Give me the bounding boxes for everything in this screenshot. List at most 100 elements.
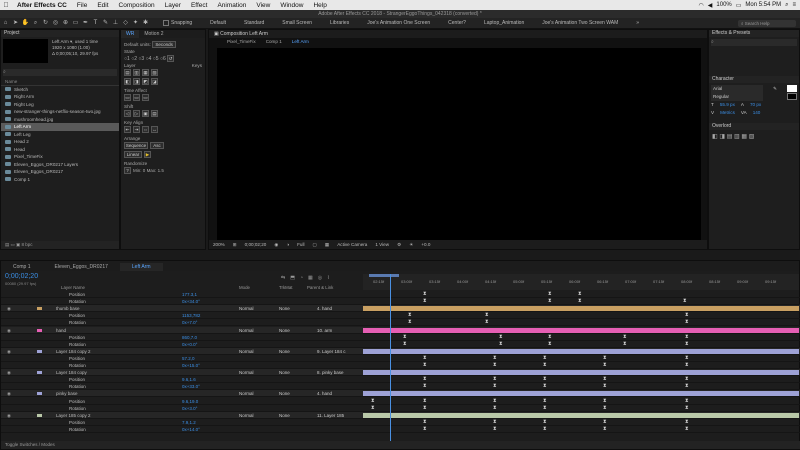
help-icon[interactable]: ?: [124, 167, 131, 174]
track-matte-select[interactable]: None: [279, 328, 290, 333]
property-value[interactable]: 0x+15.0°: [182, 362, 200, 369]
project-panel-title[interactable]: Project: [1, 30, 119, 37]
property-name[interactable]: Position: [69, 334, 85, 341]
parent-select[interactable]: 10. arm: [317, 328, 332, 333]
project-item[interactable]: Head 2: [1, 138, 119, 146]
keyframe-icon[interactable]: ⧗: [403, 341, 407, 347]
workspace-joes-one-screen[interactable]: Joe's Animation One Screen: [358, 20, 439, 26]
menu-composition[interactable]: Composition: [114, 2, 160, 9]
col-trkmat[interactable]: TrkMat: [279, 285, 293, 290]
keyframe-icon[interactable]: ⧗: [685, 341, 689, 347]
track-matte-select[interactable]: None: [279, 349, 290, 354]
parent-select[interactable]: 4. hand: [317, 391, 332, 396]
keyframe-icon[interactable]: ⧗: [543, 355, 547, 361]
property-value[interactable]: 177.3,1: [182, 291, 197, 298]
zoom-select[interactable]: 200%: [213, 242, 225, 247]
asc-select[interactable]: Asc: [150, 142, 164, 149]
parent-select[interactable]: 9. Layer 184 c: [317, 349, 346, 354]
property-row[interactable]: Rotation 0x+14.0° ⧗ ⧗ ⧗ ⧗ ⧗: [1, 426, 800, 433]
graph-editor-icon[interactable]: ⌇: [327, 275, 329, 281]
visibility-icon[interactable]: ◉: [7, 349, 11, 354]
property-name[interactable]: Rotation: [69, 298, 86, 305]
overlord-btn-5[interactable]: ▦: [741, 134, 747, 140]
property-value[interactable]: 860,7.0: [182, 334, 197, 341]
property-name[interactable]: Position: [69, 398, 85, 405]
keyframe-icon[interactable]: ⧗: [423, 405, 427, 411]
effects-search-input[interactable]: ⌕: [711, 39, 797, 46]
keyframe-icon[interactable]: ⧗: [371, 405, 375, 411]
property-name[interactable]: Rotation: [69, 426, 86, 433]
menu-animation[interactable]: Animation: [212, 2, 251, 9]
layer-row[interactable]: ◉ Layer 185 copy 2 Normal None 11. Layer 185: [1, 411, 800, 419]
menu-edit[interactable]: Edit: [92, 2, 113, 9]
bit-depth-label[interactable]: 8 bpc: [22, 242, 33, 247]
volume-icon[interactable]: ◀: [708, 2, 713, 9]
layer-btn-8[interactable]: ◪: [151, 78, 158, 85]
property-row[interactable]: Rotation 0x+7.0° ⧗ ⧗ ⧗: [1, 319, 800, 327]
blend-mode-select[interactable]: Normal: [239, 370, 254, 375]
tab-comp-1[interactable]: Comp 1: [1, 263, 43, 271]
exposure-value[interactable]: +0.0: [421, 242, 430, 247]
workspace-libraries[interactable]: Libraries: [321, 20, 358, 26]
blend-mode-select[interactable]: Normal: [239, 349, 254, 354]
effects-presets-title[interactable]: Effects & Presets: [709, 30, 799, 37]
parent-select[interactable]: 8. pinky base: [317, 370, 344, 375]
keyframe-icon[interactable]: ⧗: [623, 334, 627, 340]
layer-btn-2[interactable]: ▥: [133, 69, 140, 76]
workspace-more-icon[interactable]: »: [627, 20, 648, 26]
property-value[interactable]: 9.6,19.0: [182, 398, 198, 405]
blend-mode-select[interactable]: Normal: [239, 328, 254, 333]
tab-wr[interactable]: WR: [121, 30, 140, 38]
keyframe-icon[interactable]: ⧗: [578, 299, 582, 304]
property-value[interactable]: 1153,782: [182, 312, 200, 319]
shift-btn-4[interactable]: ▤: [151, 110, 158, 117]
keyframe-icon[interactable]: ⧗: [685, 384, 689, 389]
menu-window[interactable]: Window: [275, 2, 308, 9]
hand-tool-icon[interactable]: ✋: [21, 19, 30, 27]
layer-name[interactable]: pinky base: [56, 390, 78, 397]
layer-row[interactable]: ◉ Layer 184 copy 2 Normal None 9. Layer 184 …: [1, 347, 800, 355]
property-value[interactable]: 57.2,0: [182, 355, 195, 362]
blend-mode-select[interactable]: Normal: [239, 413, 254, 418]
menu-help[interactable]: Help: [308, 2, 331, 9]
time-affect-btn-3[interactable]: ▭: [142, 94, 149, 101]
key-align-btn-1[interactable]: ⇤: [124, 126, 131, 133]
overlord-btn-3[interactable]: ▤: [727, 134, 733, 140]
property-row[interactable]: Rotation 0x+15.0° ⧗ ⧗ ⧗ ⧗ ⧗: [1, 362, 800, 370]
linear-select[interactable]: Linear: [124, 151, 142, 158]
project-item[interactable]: mushroomhead.jpg: [1, 116, 119, 124]
mask-tool-icon[interactable]: ▭: [71, 19, 80, 27]
keyframe-icon[interactable]: ⧗: [543, 419, 547, 425]
keyframe-icon[interactable]: ⧗: [493, 426, 497, 432]
project-item[interactable]: new-stranger-things-netflix-season-two.j…: [1, 108, 119, 116]
layer-row[interactable]: ◉ hand Normal None 10. arm: [1, 326, 800, 334]
play-icon[interactable]: ▶: [144, 151, 151, 158]
shift-btn-1[interactable]: ◁: [124, 110, 131, 117]
property-name[interactable]: Rotation: [69, 341, 86, 348]
color-channel-icon[interactable]: ◑: [286, 242, 289, 247]
keyframe-icon[interactable]: ⧗: [603, 377, 607, 382]
project-column-name[interactable]: Name: [1, 78, 119, 86]
layer-row[interactable]: ◉ thumb base Normal None 4. hand: [1, 305, 800, 313]
workspace-small-screen[interactable]: Small Screen: [273, 20, 321, 26]
property-name[interactable]: Rotation: [69, 362, 86, 369]
keyframe-icon[interactable]: ⧗: [685, 334, 689, 340]
property-value[interactable]: 0x+7.0°: [182, 319, 197, 326]
key-align-btn-3[interactable]: ⇔: [142, 126, 149, 133]
overlord-btn-1[interactable]: ◧: [712, 134, 718, 140]
font-style-select[interactable]: Regular: [711, 93, 763, 101]
project-item[interactable]: Pixel_TimeFix: [1, 153, 119, 161]
layer-btn-1[interactable]: ▤: [124, 69, 131, 76]
battery-icon[interactable]: ▭: [736, 2, 742, 9]
keyframe-icon[interactable]: ⧗: [493, 377, 497, 382]
menu-list-icon[interactable]: ≡: [792, 2, 796, 8]
keyframe-icon[interactable]: ⧗: [493, 363, 497, 368]
blend-mode-select[interactable]: Normal: [239, 391, 254, 396]
project-item[interactable]: Right Arm: [1, 93, 119, 101]
keyframe-icon[interactable]: ⧗: [685, 419, 689, 425]
project-item[interactable]: Eleven_Eggos_DR0217: [1, 168, 119, 176]
layer-name[interactable]: Layer 185 copy 2: [56, 412, 91, 419]
menu-effect[interactable]: Effect: [186, 2, 213, 9]
property-row[interactable]: Position 7.9,1.2 ⧗ ⧗ ⧗ ⧗ ⧗: [1, 419, 800, 426]
label-color-swatch[interactable]: [37, 371, 42, 375]
